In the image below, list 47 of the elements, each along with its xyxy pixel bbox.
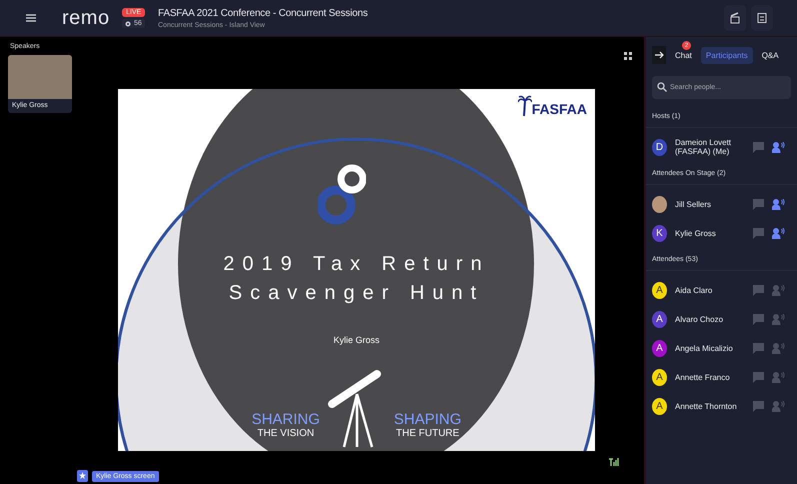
participant-name: Dameion Lovett (FASFAA) (Me) bbox=[675, 138, 732, 156]
participant-name: Kylie Gross bbox=[675, 228, 717, 238]
clapperboard-icon[interactable] bbox=[724, 5, 746, 31]
chat-bubble-icon[interactable] bbox=[753, 400, 764, 412]
slide-title: 2019 Tax Return bbox=[223, 253, 490, 276]
speaker-icon[interactable] bbox=[772, 228, 785, 238]
participant-name: Aida Claro bbox=[675, 286, 714, 294]
avatar-initial: A bbox=[652, 398, 667, 414]
slogan-text: THE VISION bbox=[257, 428, 314, 439]
panel-tab[interactable]: Participants bbox=[700, 47, 753, 64]
avatar-initial: K bbox=[652, 224, 667, 242]
chat-bubble-icon[interactable] bbox=[753, 284, 764, 296]
chat-bubble-icon[interactable] bbox=[753, 142, 764, 152]
avatar-initial: A bbox=[652, 368, 667, 386]
participant-name: Angela Micalizio bbox=[675, 344, 734, 352]
avatar-initial: A bbox=[652, 282, 667, 298]
speaker-icon[interactable] bbox=[772, 198, 785, 210]
event-title: FASFAA 2021 Conference - Concurrent Sessions bbox=[158, 8, 368, 18]
slogan-text: THE FUTURE bbox=[396, 428, 460, 439]
avatar-initial: A bbox=[652, 310, 667, 328]
participant-name: Alvaro Chozo bbox=[675, 314, 724, 324]
video-placeholder bbox=[8, 55, 72, 99]
app-logo: remo bbox=[62, 6, 111, 30]
chat-bubble-icon[interactable] bbox=[753, 372, 764, 382]
ring-logo-icon bbox=[318, 163, 366, 227]
presenter-name: Kylie Gross bbox=[332, 335, 380, 345]
slide-title: Scavenger Hunt bbox=[228, 282, 484, 305]
chat-bubble-icon[interactable] bbox=[753, 228, 764, 238]
pin-button[interactable] bbox=[77, 470, 88, 482]
expand-icon[interactable] bbox=[623, 51, 633, 61]
chat-bubble-icon[interactable] bbox=[753, 314, 764, 324]
speaker-icon[interactable] bbox=[772, 142, 785, 152]
signal-icon bbox=[609, 457, 619, 466]
panel-tab[interactable]: Q&A bbox=[756, 41, 784, 64]
palm-tree-icon bbox=[518, 95, 532, 117]
chat-bubble-icon[interactable] bbox=[753, 198, 764, 210]
participant-name: Annette Franco bbox=[675, 372, 731, 382]
participant-name: Annette Thornton bbox=[675, 402, 738, 410]
chat-bubble-icon[interactable] bbox=[753, 342, 764, 354]
fasfaa-logo-text: FASFAA bbox=[532, 101, 587, 117]
avatar-initial: A bbox=[652, 340, 667, 356]
avatar-initial: D bbox=[652, 138, 667, 156]
participant-name: Jill Sellers bbox=[675, 200, 712, 208]
slogan-word: SHAPING bbox=[394, 411, 462, 428]
avatar-photo-placeholder bbox=[652, 196, 667, 212]
calendar-icon[interactable] bbox=[751, 5, 773, 31]
slogan-word: SHARING bbox=[252, 411, 320, 428]
